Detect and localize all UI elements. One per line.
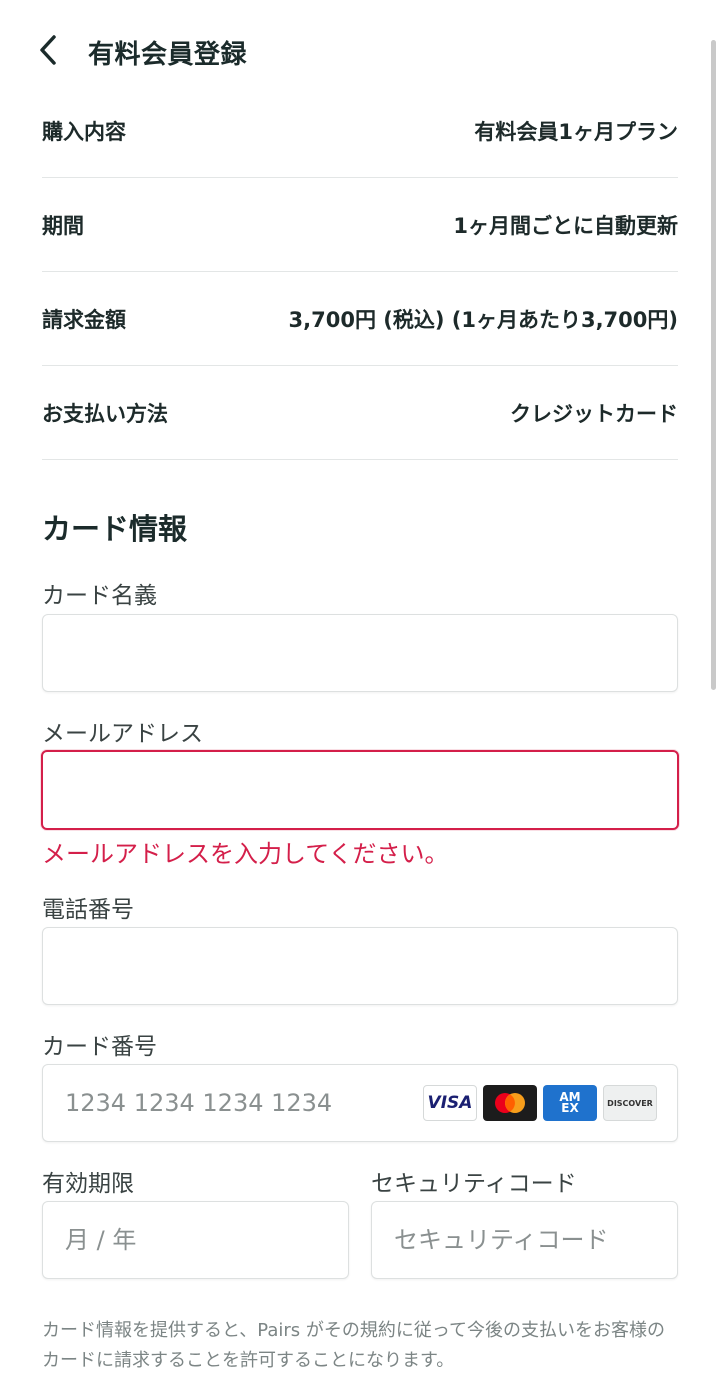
summary-row-amount: 請求金額 3,700円 (税込) (1ヶ月あたり3,700円) <box>42 272 678 366</box>
summary-value: 1ヶ月間ごとに自動更新 <box>453 213 678 238</box>
summary-label: 購入内容 <box>42 119 126 144</box>
page-title: 有料会員登録 <box>88 40 248 70</box>
cardholder-name-field[interactable] <box>42 614 678 692</box>
back-button[interactable] <box>28 30 68 70</box>
purchase-summary: 購入内容 有料会員1ヶ月プラン 期間 1ヶ月間ごとに自動更新 請求金額 3,70… <box>42 84 678 460</box>
email-label: メールアドレス <box>42 721 203 747</box>
card-number-input[interactable] <box>43 1065 403 1141</box>
security-code-input[interactable] <box>372 1202 677 1278</box>
visa-icon: VISA <box>423 1085 477 1121</box>
email-input[interactable] <box>43 752 677 828</box>
summary-label: お支払い方法 <box>42 401 168 426</box>
summary-value: 有料会員1ヶ月プラン <box>474 119 678 144</box>
card-number-label: カード番号 <box>42 1034 157 1060</box>
discover-icon: DISCOVER <box>603 1085 657 1121</box>
security-code-label: セキュリティコード <box>371 1171 577 1197</box>
email-field[interactable] <box>41 750 679 830</box>
expiry-field[interactable] <box>42 1201 349 1279</box>
chevron-left-icon <box>40 35 56 65</box>
phone-field[interactable] <box>42 927 678 1005</box>
amex-icon: AM EX <box>543 1085 597 1121</box>
mastercard-icon <box>483 1085 537 1121</box>
card-number-field[interactable]: VISA AMEX DISCOVER <box>42 1064 678 1142</box>
expiry-input[interactable] <box>43 1202 348 1278</box>
summary-row-plan: 購入内容 有料会員1ヶ月プラン <box>42 84 678 178</box>
security-code-field[interactable] <box>371 1201 678 1279</box>
summary-row-period: 期間 1ヶ月間ごとに自動更新 <box>42 178 678 272</box>
summary-label: 請求金額 <box>42 307 126 332</box>
email-error-message: メールアドレスを入力してください。 <box>42 840 449 868</box>
summary-label: 期間 <box>42 213 84 238</box>
payment-disclaimer: カード情報を提供すると、Pairs がその規約に従って今後の支払いをお客様のカー… <box>42 1320 665 1371</box>
cardholder-name-input[interactable] <box>43 615 677 691</box>
summary-value: クレジットカード <box>510 401 678 426</box>
expiry-label: 有効期限 <box>42 1171 134 1197</box>
card-brand-logos: VISA AM EX DISCOVER <box>423 1085 657 1121</box>
summary-value: 3,700円 (税込) (1ヶ月あたり3,700円) <box>288 307 678 332</box>
phone-input[interactable] <box>43 928 677 1004</box>
amex-text-bottom: EX <box>561 1101 579 1115</box>
summary-row-payment: お支払い方法 クレジットカード <box>42 366 678 460</box>
scrollbar[interactable] <box>711 40 716 690</box>
cardholder-name-label: カード名義 <box>42 583 157 609</box>
phone-label: 電話番号 <box>42 897 134 923</box>
card-section-title: カード情報 <box>42 512 188 546</box>
